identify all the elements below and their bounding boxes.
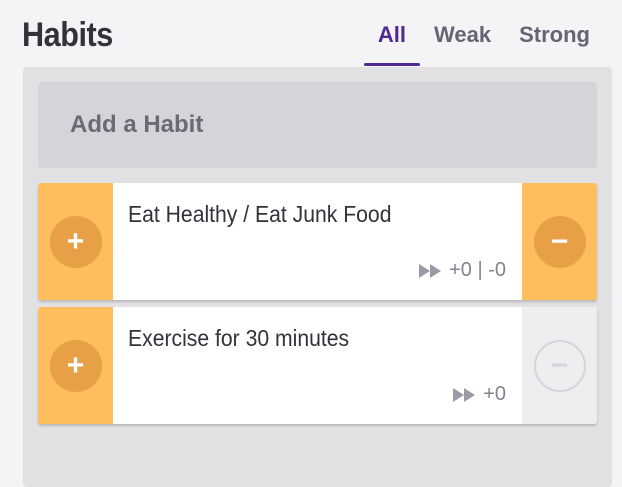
habit-text[interactable]: Exercise for 30 minutes bbox=[128, 325, 349, 352]
tab-strong[interactable]: Strong bbox=[505, 18, 604, 66]
habit-score: +0 bbox=[453, 383, 506, 406]
habit-negative-side: − bbox=[522, 183, 597, 300]
habit-score-value: +0 bbox=[483, 383, 506, 405]
tab-weak[interactable]: Weak bbox=[420, 18, 505, 66]
habit-item: + Exercise for 30 minutes +0 − bbox=[38, 307, 597, 424]
minus-button[interactable]: − bbox=[533, 215, 586, 268]
habits-panel: Add a Habit + Eat Healthy / Eat Junk Foo… bbox=[23, 67, 612, 487]
filter-tabs: All Weak Strong bbox=[363, 18, 604, 66]
minus-button-disabled: − bbox=[533, 339, 586, 392]
fast-forward-icon bbox=[453, 387, 476, 402]
habit-score-value: +0 | -0 bbox=[449, 259, 506, 281]
habit-positive-side: + bbox=[38, 183, 113, 300]
fast-forward-icon bbox=[419, 263, 442, 278]
habit-text[interactable]: Eat Healthy / Eat Junk Food bbox=[128, 201, 391, 228]
plus-button[interactable]: + bbox=[49, 339, 102, 392]
habit-positive-side: + bbox=[38, 307, 113, 424]
habit-negative-side: − bbox=[522, 307, 597, 424]
habit-item: + Eat Healthy / Eat Junk Food +0 | -0 − bbox=[38, 183, 597, 300]
tab-all[interactable]: All bbox=[363, 18, 421, 66]
add-habit-input[interactable]: Add a Habit bbox=[38, 82, 597, 168]
plus-button[interactable]: + bbox=[49, 215, 102, 268]
page-title: Habits bbox=[22, 16, 113, 54]
habit-score: +0 | -0 bbox=[419, 259, 506, 282]
header: Habits All Weak Strong bbox=[0, 0, 622, 68]
